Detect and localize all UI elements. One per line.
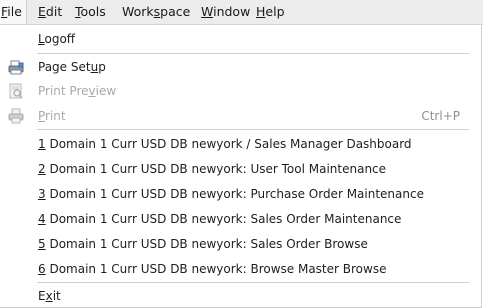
menu-tools[interactable]: Tools	[75, 4, 106, 20]
menu-separator	[37, 282, 469, 283]
menu-item-label: 1 Domain 1 Curr USD DB newyork / Sales M…	[38, 137, 412, 151]
file-menu-dropdown: Logoff Page Setup Print Preview Print Ct…	[0, 25, 482, 308]
menu-item-label: Page Setup	[38, 60, 106, 74]
menu-item-label: 5 Domain 1 Curr USD DB newyork: Sales Or…	[38, 237, 368, 251]
menu-file[interactable]: File	[0, 0, 27, 24]
menu-item-recent-2[interactable]: 2 Domain 1 Curr USD DB newyork: User Too…	[0, 160, 480, 178]
menu-item-label: Exit	[38, 289, 61, 303]
print-shortcut: Ctrl+P	[421, 109, 460, 123]
menu-item-recent-4[interactable]: 4 Domain 1 Curr USD DB newyork: Sales Or…	[0, 210, 480, 228]
print-preview-icon	[8, 83, 24, 99]
menu-item-exit[interactable]: Exit	[0, 287, 480, 305]
page-setup-icon	[8, 59, 24, 75]
menu-item-label: Print Preview	[38, 84, 117, 98]
menu-item-print-preview[interactable]: Print Preview	[0, 82, 480, 100]
menu-item-label: Logoff	[38, 32, 76, 46]
menu-help[interactable]: Help	[256, 4, 285, 20]
menu-item-label: 6 Domain 1 Curr USD DB newyork: Browse M…	[38, 262, 387, 276]
menu-workspace[interactable]: Workspace	[122, 4, 190, 20]
menu-item-recent-3[interactable]: 3 Domain 1 Curr USD DB newyork: Purchase…	[0, 185, 480, 203]
menu-window[interactable]: Window	[201, 4, 250, 20]
menu-item-print[interactable]: Print Ctrl+P	[0, 107, 480, 125]
menu-item-label: 2 Domain 1 Curr USD DB newyork: User Too…	[38, 162, 387, 176]
menu-item-label: 3 Domain 1 Curr USD DB newyork: Purchase…	[38, 187, 424, 201]
menu-item-logoff[interactable]: Logoff	[0, 30, 480, 48]
menu-item-label: Print	[38, 109, 66, 123]
menu-item-recent-6[interactable]: 6 Domain 1 Curr USD DB newyork: Browse M…	[0, 260, 480, 278]
menu-item-recent-1[interactable]: 1 Domain 1 Curr USD DB newyork / Sales M…	[0, 135, 480, 153]
menu-item-label: 4 Domain 1 Curr USD DB newyork: Sales Or…	[38, 212, 402, 226]
menu-item-recent-5[interactable]: 5 Domain 1 Curr USD DB newyork: Sales Or…	[0, 235, 480, 253]
menu-item-page-setup[interactable]: Page Setup	[0, 58, 480, 76]
menu-separator	[37, 53, 469, 54]
printer-icon	[8, 108, 24, 124]
menu-bar: File Edit Tools Workspace Window Help	[0, 0, 483, 25]
menu-separator	[37, 129, 469, 130]
menu-edit[interactable]: Edit	[38, 4, 62, 20]
